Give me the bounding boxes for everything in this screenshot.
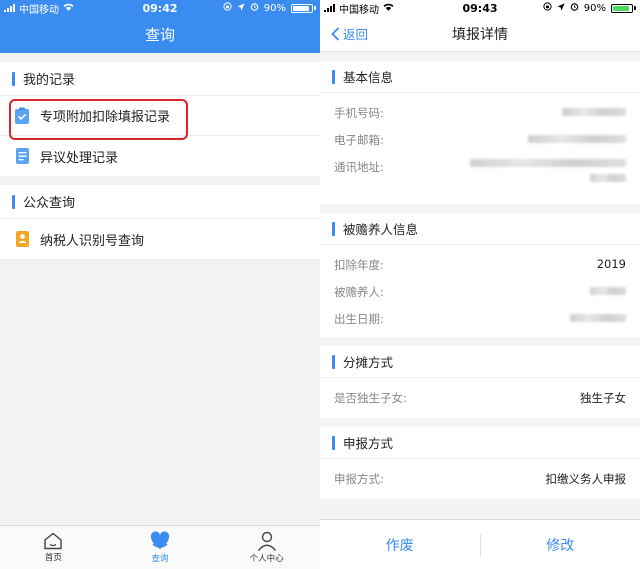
list-item-label: 专项附加扣除填报记录 [40, 110, 171, 125]
declare-method-label: 申报方式: [334, 472, 384, 486]
redacted-address [470, 159, 626, 167]
section-marker [12, 71, 15, 86]
section-marker [332, 435, 335, 450]
edit-button[interactable]: 修改 [481, 535, 640, 555]
battery-icon [291, 3, 316, 13]
location-icon [237, 2, 245, 14]
lock-rotation-icon [543, 2, 552, 14]
public-query-section: 公众查询 纳税人识别号查询 [0, 185, 320, 259]
only-child-row: 是否独生子女: 独生子女 [320, 383, 640, 410]
section-marker [332, 69, 335, 84]
share-method-card: 分摊方式 是否独生子女: 独生子女 [320, 346, 640, 418]
birth-label: 出生日期: [334, 312, 384, 326]
declare-method-card: 申报方式 申报方式: 扣缴义务人申报 [320, 427, 640, 499]
tab-bar: 首页 查询 个人中心 [0, 525, 320, 569]
only-child-value: 独生子女 [580, 391, 626, 405]
list-item-label: 纳税人识别号查询 [40, 233, 145, 249]
redacted-address [590, 174, 626, 182]
battery-percent: 90% [583, 2, 606, 14]
my-records-section: 我的记录 专项附加扣除填报记录 异议处理记录 [0, 62, 320, 176]
query-header: 中国移动 09:42 90% 查询 [0, 0, 320, 53]
battery-percent: 90% [263, 2, 286, 14]
carrier-label: 中国移动 [19, 4, 59, 16]
basic-info-card: 基本信息 手机号码: 电子邮箱: 通讯地址: [320, 61, 640, 204]
alarm-icon [250, 2, 259, 14]
section-marker [332, 354, 335, 369]
email-row: 电子邮箱: [320, 125, 640, 152]
back-label: 返回 [343, 27, 369, 42]
dependent-name-row: 被赡养人: [320, 277, 640, 304]
back-button[interactable]: 返回 [320, 24, 368, 43]
detail-header: 中国移动 09:43 90% 返回 填报详情 [320, 0, 640, 52]
section-marker [12, 194, 15, 209]
list-item-deduction-records[interactable]: 专项附加扣除填报记录 [0, 96, 320, 136]
list-item-objection-records[interactable]: 异议处理记录 [0, 136, 320, 176]
section-header: 申报方式 [320, 427, 640, 459]
alarm-icon [570, 2, 579, 14]
status-bar: 中国移动 09:43 90% [320, 0, 640, 16]
list-item-label: 异议处理记录 [40, 150, 119, 166]
carrier-label: 中国移动 [339, 4, 379, 16]
query-screen: 中国移动 09:42 90% 查询 我的记录 专项附加扣除填报记录 异议处理记录… [0, 0, 320, 569]
year-label: 扣除年度: [334, 258, 384, 272]
home-icon [44, 532, 63, 550]
year-row: 扣除年度: 2019 [320, 250, 640, 277]
nav-bar: 返回 填报详情 [320, 16, 640, 52]
battery-icon [611, 3, 636, 13]
wifi-icon [383, 3, 394, 14]
tab-profile[interactable]: 个人中心 [213, 526, 320, 569]
document-list-icon [13, 147, 31, 165]
id-card-icon [13, 230, 31, 248]
year-value: 2019 [596, 257, 626, 271]
redacted-name [590, 287, 626, 295]
detail-screen: 中国移动 09:43 90% 返回 填报详情 基本信息 手机号码: 电子邮箱: … [320, 0, 640, 569]
signal-icon [324, 4, 335, 12]
clipboard-check-icon [13, 107, 31, 125]
signal-icon [4, 4, 15, 12]
dependent-info-card: 被赡养人信息 扣除年度: 2019 被赡养人: 出生日期: [320, 213, 640, 337]
phone-row: 手机号码: [320, 98, 640, 125]
section-header: 分摊方式 [320, 346, 640, 378]
void-button[interactable]: 作废 [320, 535, 480, 555]
tab-home[interactable]: 首页 [0, 526, 107, 569]
section-marker [332, 221, 335, 236]
tab-query[interactable]: 查询 [107, 526, 214, 569]
redacted-birthdate [570, 314, 626, 322]
chevron-left-icon [331, 26, 340, 41]
page-title: 查询 [144, 26, 175, 44]
redacted-phone [562, 108, 626, 116]
section-header: 被赡养人信息 [320, 213, 640, 245]
section-title: 申报方式 [343, 436, 394, 451]
heart-icon [150, 531, 170, 549]
address-label: 通讯地址: [334, 160, 384, 174]
address-row: 通讯地址: [320, 152, 640, 196]
wifi-icon [63, 3, 74, 14]
list-item-taxpayer-id-query[interactable]: 纳税人识别号查询 [0, 219, 320, 259]
only-child-label: 是否独生子女: [334, 391, 407, 405]
section-title: 我的记录 [23, 73, 76, 88]
section-header: 公众查询 [0, 185, 320, 219]
redacted-email [528, 135, 626, 143]
phone-label: 手机号码: [334, 106, 384, 120]
user-icon [257, 531, 276, 551]
status-bar: 中国移动 09:42 90% [0, 0, 320, 16]
section-title: 基本信息 [343, 70, 394, 85]
tab-label: 个人中心 [249, 554, 284, 564]
birth-row: 出生日期: [320, 304, 640, 331]
section-header: 基本信息 [320, 61, 640, 93]
lock-rotation-icon [223, 2, 232, 14]
tab-label: 首页 [44, 553, 62, 563]
section-title: 分摊方式 [343, 355, 394, 370]
section-title: 公众查询 [23, 196, 76, 211]
location-icon [557, 2, 565, 14]
section-title: 被赡养人信息 [343, 222, 419, 237]
declare-method-value: 扣缴义务人申报 [545, 472, 627, 486]
dependent-name-label: 被赡养人: [334, 285, 384, 299]
action-bar: 作废 修改 [320, 519, 640, 569]
section-header: 我的记录 [0, 62, 320, 96]
tab-label: 查询 [151, 554, 169, 564]
email-label: 电子邮箱: [334, 133, 384, 147]
declare-method-row: 申报方式: 扣缴义务人申报 [320, 464, 640, 491]
